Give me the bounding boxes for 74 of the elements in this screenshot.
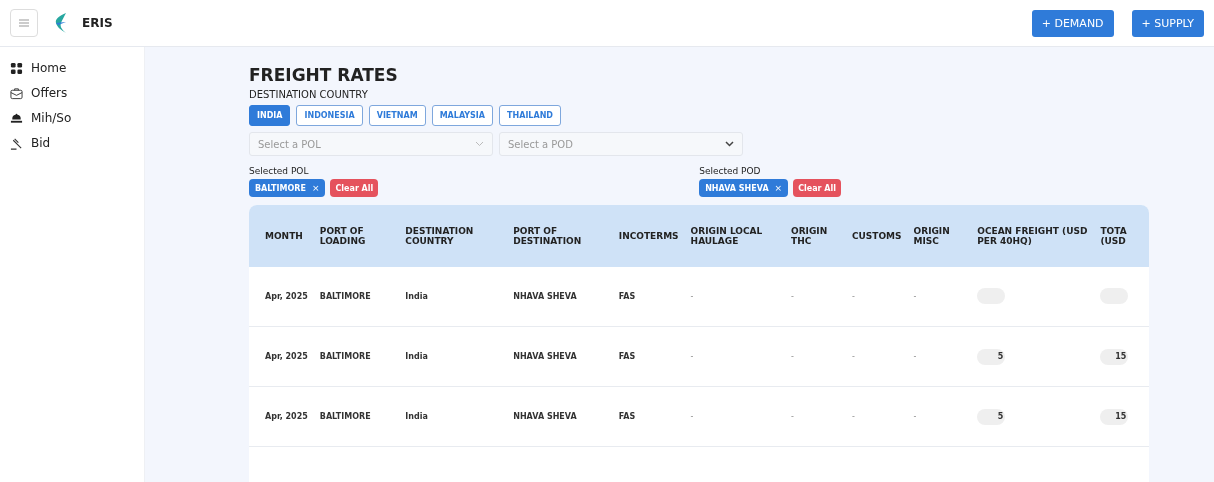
blurred-value: 5	[977, 348, 1006, 365]
sidebar-item[interactable]: Home	[31, 61, 67, 75]
column-header: ORIGIN MISC	[913, 226, 950, 246]
table-cell: -	[791, 412, 794, 421]
table-cell: -	[913, 292, 917, 301]
table-cell: -	[791, 292, 794, 301]
pol-select[interactable]: Select a POL	[249, 132, 493, 156]
table-cell: India	[405, 412, 428, 421]
country-tab[interactable]: INDONESIA	[296, 105, 363, 126]
grid-icon	[10, 61, 23, 75]
column-header: CUSTOMS	[851, 231, 902, 241]
table-cell: Apr, 2025	[265, 352, 308, 361]
table-cell: -	[791, 352, 794, 361]
pod-select[interactable]: Select a POD	[499, 132, 743, 156]
table-cell: -	[851, 352, 855, 361]
port-label: BALTIMORE	[255, 183, 306, 193]
table-cell: NHAVA SHEVA	[513, 292, 577, 301]
country-tab[interactable]: VIETNAM	[368, 105, 426, 126]
column-header: MONTH	[265, 231, 303, 241]
table-cell: FAS	[618, 352, 636, 361]
bell-icon	[10, 111, 23, 125]
column-header: ORIGIN THC	[791, 226, 828, 246]
blurred-value: 15	[1100, 408, 1129, 425]
table-cell: Apr, 2025	[265, 412, 308, 421]
table-cell: FAS	[618, 412, 636, 421]
page-title: FREIGHT RATES	[249, 65, 399, 85]
blurred-value: 5	[977, 408, 1006, 425]
selected-label: Selected POD	[699, 166, 762, 176]
table-cell: NHAVA SHEVA	[513, 352, 577, 361]
add-button[interactable]: + SUPPLY	[1131, 9, 1204, 37]
table-cell: -	[690, 412, 694, 421]
table-cell: BALTIMORE	[319, 352, 371, 361]
chevron-icon	[725, 141, 734, 147]
table-cell: BALTIMORE	[319, 292, 371, 301]
clear-all-button[interactable]: Clear All	[793, 179, 841, 197]
sidebar-item[interactable]: Offers	[31, 86, 68, 100]
section-label: DESTINATION COUNTRY	[249, 89, 369, 100]
table-cell: -	[913, 412, 917, 421]
country-tab[interactable]: THAILAND	[499, 105, 561, 126]
app-name: ERIS	[82, 16, 113, 30]
chevron-icon	[475, 141, 484, 147]
table-cell: -	[690, 292, 694, 301]
table-cell: -	[690, 352, 694, 361]
selected-label: Selected POL	[249, 166, 310, 176]
remove-button[interactable]: ×	[774, 183, 783, 193]
menu-icon	[19, 19, 29, 27]
table-cell: BALTIMORE	[319, 412, 371, 421]
column-header: INCOTERMS	[618, 231, 679, 241]
column-header: OCEAN FREIGHT (USD PER 40HQ)	[977, 226, 1088, 246]
column-header: PORT OF LOADING	[319, 226, 366, 246]
column-header: TOTA (USD	[1100, 226, 1127, 246]
table-cell: -	[851, 292, 855, 301]
briefcase-icon	[10, 86, 23, 100]
sidebar-item[interactable]: Bid	[31, 136, 51, 150]
port-label: NHAVA SHEVA	[705, 183, 769, 193]
blurred-value: 15	[1100, 348, 1129, 365]
column-header: DESTINATION COUNTRY	[405, 226, 474, 246]
table-cell: -	[851, 412, 855, 421]
table-cell: India	[405, 292, 428, 301]
table-cell: Apr, 2025	[265, 292, 308, 301]
table-cell: -	[913, 352, 917, 361]
add-button[interactable]: + DEMAND	[1031, 9, 1114, 37]
country-tab[interactable]: INDIA	[249, 105, 291, 126]
menu-button[interactable]	[10, 9, 38, 37]
sidebar-item[interactable]: Mih/So	[31, 111, 72, 125]
table-cell: FAS	[618, 292, 636, 301]
country-tab[interactable]: MALAYSIA	[431, 105, 494, 126]
remove-button[interactable]: ×	[311, 183, 320, 193]
clear-all-button[interactable]: Clear All	[330, 179, 379, 197]
table-cell: India	[405, 352, 428, 361]
table-cell: NHAVA SHEVA	[513, 412, 577, 421]
column-header: ORIGIN LOCAL HAULAGE	[690, 226, 763, 246]
gavel-icon	[10, 136, 23, 150]
column-header: PORT OF DESTINATION	[513, 226, 582, 246]
